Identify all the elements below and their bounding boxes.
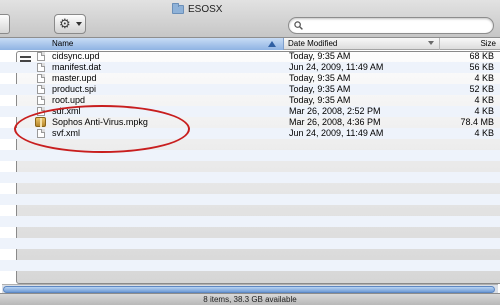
document-icon — [37, 129, 45, 138]
table-row[interactable]: manifest.dat Jun 24, 2009, 11:49 AM 56 K… — [0, 62, 500, 73]
file-date-modified: Today, 9:35 AM — [289, 73, 351, 83]
column-header-name[interactable]: Name — [0, 38, 284, 50]
empty-row — [0, 249, 500, 260]
file-date-modified: Mar 26, 2008, 2:52 PM — [289, 106, 381, 116]
package-icon — [35, 117, 46, 127]
empty-row — [0, 194, 500, 205]
column-header-size[interactable]: Size — [440, 38, 500, 50]
table-row[interactable]: svf.xml Jun 24, 2009, 11:49 AM 4 KB — [0, 128, 500, 139]
file-name: svf.xml — [52, 128, 80, 138]
column-resize-icon[interactable] — [428, 41, 434, 45]
document-icon — [37, 85, 45, 94]
empty-row — [0, 183, 500, 194]
table-row[interactable]: cidsync.upd Today, 9:35 AM 68 KB — [0, 51, 500, 62]
file-size: 4 KB — [474, 73, 494, 83]
empty-row — [0, 238, 500, 249]
file-date-modified: Mar 26, 2008, 4:36 PM — [289, 117, 381, 127]
file-date-modified: Today, 9:35 AM — [289, 95, 351, 105]
file-date-modified: Today, 9:35 AM — [289, 51, 351, 61]
window-title-area: ESOSX — [172, 2, 223, 15]
file-size: 4 KB — [474, 128, 494, 138]
file-size: 52 KB — [469, 84, 494, 94]
action-menu-button[interactable]: ⚙ — [54, 14, 86, 34]
column-header-bar: Name Date Modified Size — [0, 38, 500, 50]
empty-row — [0, 139, 500, 150]
empty-row — [0, 227, 500, 238]
column-header-name-label: Name — [52, 39, 74, 48]
horizontal-scrollbar[interactable] — [2, 284, 498, 293]
document-icon — [37, 107, 45, 116]
status-bar: 8 items, 38.3 GB available — [0, 293, 500, 305]
search-input[interactable] — [305, 19, 485, 32]
empty-row — [0, 161, 500, 172]
file-name: manifest.dat — [52, 62, 102, 72]
scrollbar-thumb[interactable] — [3, 286, 495, 293]
file-name: product.spi — [52, 84, 97, 94]
file-size: 78.4 MB — [460, 117, 494, 127]
chevron-down-icon — [76, 22, 82, 26]
search-icon — [294, 21, 303, 30]
empty-row — [0, 216, 500, 227]
document-icon — [37, 63, 45, 72]
column-header-date-modified[interactable]: Date Modified — [284, 38, 440, 50]
empty-row — [0, 271, 500, 282]
status-text: 8 items, 38.3 GB available — [203, 295, 297, 304]
table-row[interactable]: product.spi Today, 9:35 AM 52 KB — [0, 84, 500, 95]
search-field[interactable] — [288, 17, 494, 34]
file-date-modified: Today, 9:35 AM — [289, 84, 351, 94]
folder-icon — [172, 2, 184, 14]
file-size: 56 KB — [469, 62, 494, 72]
file-name: root.upd — [52, 95, 86, 105]
document-icon — [37, 52, 45, 61]
gear-icon: ⚙ — [59, 16, 71, 31]
file-name: cidsync.upd — [52, 51, 100, 61]
table-row[interactable]: Sophos Anti-Virus.mpkg Mar 26, 2008, 4:3… — [0, 117, 500, 128]
table-row[interactable]: master.upd Today, 9:35 AM 4 KB — [0, 73, 500, 84]
toolbar: ⚙ ESOSX — [0, 0, 500, 284]
empty-row — [0, 150, 500, 161]
file-name: Sophos Anti-Virus.mpkg — [52, 117, 148, 127]
document-icon — [37, 96, 45, 105]
file-date-modified: Jun 24, 2009, 11:49 AM — [289, 62, 384, 72]
column-header-date-label: Date Modified — [288, 39, 338, 48]
sort-ascending-icon — [268, 41, 276, 47]
empty-row — [0, 260, 500, 271]
file-list: cidsync.upd Today, 9:35 AM 68 KB manifes… — [0, 51, 500, 284]
window-title: ESOSX — [188, 3, 223, 15]
file-size: 68 KB — [469, 51, 494, 61]
empty-row — [0, 205, 500, 216]
file-size: 4 KB — [474, 106, 494, 116]
icon-view-button[interactable] — [0, 14, 10, 34]
table-row[interactable]: root.upd Today, 9:35 AM 4 KB — [0, 95, 500, 106]
file-size: 4 KB — [474, 95, 494, 105]
file-name: sdf.xml — [52, 106, 81, 116]
empty-row — [0, 172, 500, 183]
column-header-size-label: Size — [480, 39, 496, 48]
table-row[interactable]: sdf.xml Mar 26, 2008, 2:52 PM 4 KB — [0, 106, 500, 117]
file-date-modified: Jun 24, 2009, 11:49 AM — [289, 128, 384, 138]
file-name: master.upd — [52, 73, 97, 83]
document-icon — [37, 74, 45, 83]
